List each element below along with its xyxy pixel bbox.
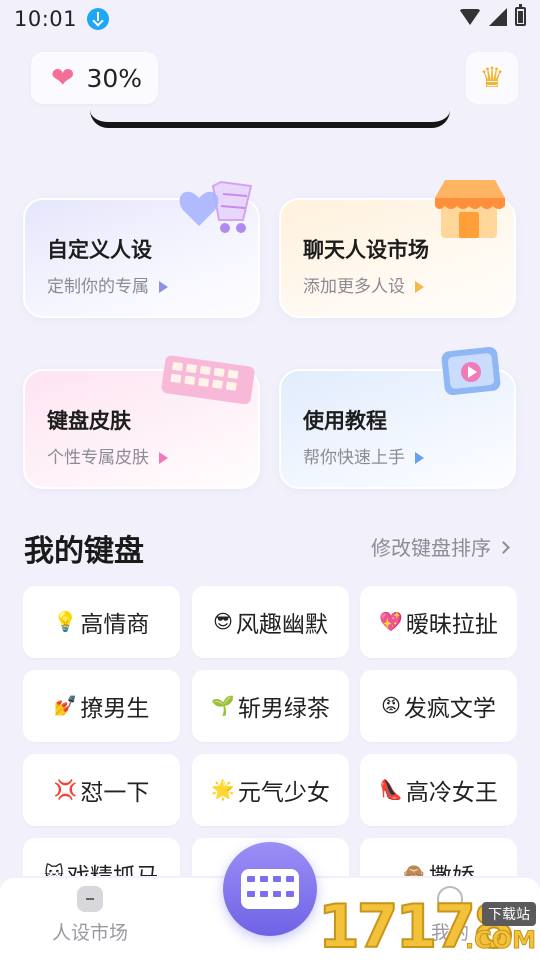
- card-subtitle-text: 定制你的专属: [47, 277, 149, 297]
- download-icon: [87, 8, 110, 30]
- keyboard-fab-button[interactable]: [223, 842, 317, 936]
- signal-icon: [489, 7, 507, 26]
- keyboard-item[interactable]: 😡 发疯文学: [360, 670, 517, 742]
- reorder-label: 修改键盘排序: [371, 536, 491, 560]
- card-title: 聊天人设市场: [303, 238, 429, 262]
- keyboard-label: 怼一下: [80, 780, 150, 806]
- keyboard-emoji: 💢: [53, 778, 78, 801]
- keyboard-item[interactable]: 🌱 斩男绿茶: [192, 670, 349, 742]
- keyboard-emoji: 🙈: [402, 862, 426, 876]
- card-title: 键盘皮肤: [47, 409, 131, 433]
- card-persona-market[interactable]: 聊天人设市场 添加更多人设: [279, 180, 516, 318]
- keyboard-emoji: 😡: [381, 694, 401, 717]
- card-tutorial[interactable]: 使用教程 帮你快速上手: [279, 346, 516, 489]
- keyboard-label: 撩男生: [80, 696, 150, 722]
- play-arrow-icon: [415, 281, 424, 293]
- watermark-tag: 下载站: [482, 902, 536, 926]
- keyboard-item[interactable]: 🙈撒娇: [360, 838, 517, 876]
- battery-icon: [515, 4, 526, 26]
- heart-icon: ❤: [51, 61, 75, 94]
- keyboard-icon: [241, 869, 299, 909]
- keyboard-item[interactable]: 🐱戏精抓马: [23, 838, 180, 876]
- keyboard-label: 斩男绿茶: [237, 696, 330, 722]
- keyboard-emoji: 💅: [53, 694, 78, 717]
- keyboard-emoji: 💖: [379, 610, 403, 633]
- card-title: 自定义人设: [47, 238, 152, 262]
- watermark: 17178 下载站 .COM: [317, 888, 540, 960]
- keyboard-label: 暧昧拉扯: [405, 612, 498, 638]
- keyboard-emoji: 💡: [53, 610, 78, 633]
- keyboard-label: 戏精抓马: [67, 857, 159, 876]
- banner-edge: [90, 110, 450, 128]
- energy-value: 30%: [86, 63, 143, 93]
- watermark-suffix: .COM: [464, 926, 536, 955]
- card-custom-persona[interactable]: 自定义人设 定制你的专属: [23, 180, 260, 318]
- vip-button[interactable]: ♛: [466, 52, 518, 104]
- keyboard-label: 风趣幽默: [235, 612, 328, 638]
- keyboard-label: 发疯文学: [403, 696, 496, 722]
- keyboard-emoji: 😎: [213, 610, 233, 633]
- reorder-keyboards-link[interactable]: 修改键盘排序: [371, 532, 510, 561]
- keyboard-item[interactable]: 💡 高情商: [23, 586, 180, 658]
- play-arrow-icon: [159, 452, 168, 464]
- keyboard-emoji: 🌱: [211, 694, 235, 717]
- shop-icon: [435, 180, 505, 238]
- keyboard-label: 撒娇: [429, 857, 475, 876]
- persona-market-icon: [77, 886, 103, 912]
- nav-label: 人设市场: [51, 922, 128, 944]
- status-time: 10:01: [14, 7, 78, 31]
- status-icons: [459, 4, 526, 26]
- keyboard-grid: 💡 高情商 😎 风趣幽默 💖 暧昧拉扯 💅 撩男生 🌱 斩男绿茶 😡 发疯文学 💢 怼一下 🌟…: [23, 586, 517, 876]
- card-subtitle-text: 添加更多人设: [303, 277, 405, 297]
- keyboard-item[interactable]: 🌟 元气少女: [192, 754, 349, 826]
- card-subtitle: 添加更多人设: [303, 272, 424, 297]
- keyboard-item[interactable]: 💖 暧昧拉扯: [360, 586, 517, 658]
- nav-persona-market[interactable]: 人设市场: [40, 886, 140, 945]
- chevron-right-icon: [497, 541, 510, 554]
- section-title: 我的键盘: [24, 534, 144, 569]
- keyboard-label: 高冷女王: [405, 780, 498, 806]
- cart-heart-icon: [179, 180, 253, 233]
- card-title: 使用教程: [303, 409, 387, 433]
- keyboard-icon: [161, 355, 255, 405]
- card-subtitle-text: 帮你快速上手: [303, 448, 405, 468]
- keyboard-label: 高情商: [80, 612, 150, 638]
- keyboard-item[interactable]: 💢 怼一下: [23, 754, 180, 826]
- card-subtitle: 定制你的专属: [47, 272, 168, 297]
- keyboard-item[interactable]: 💅 撩男生: [23, 670, 180, 742]
- keyboard-emoji: 🐱: [44, 862, 64, 876]
- card-subtitle-text: 个性专属皮肤: [47, 448, 149, 468]
- card-keyboard-skin[interactable]: 键盘皮肤 个性专属皮肤: [23, 355, 260, 489]
- video-phone-icon: [441, 346, 501, 396]
- keyboard-emoji: 👠: [379, 778, 403, 801]
- card-subtitle: 帮你快速上手: [303, 443, 424, 468]
- energy-pill[interactable]: ❤ 30%: [31, 52, 158, 104]
- keyboard-item[interactable]: 😎 风趣幽默: [192, 586, 349, 658]
- status-bar: 10:01: [0, 0, 540, 38]
- keyboard-emoji: 🌟: [211, 778, 235, 801]
- keyboard-item[interactable]: 👠 高冷女王: [360, 754, 517, 826]
- wifi-icon: [459, 8, 481, 25]
- play-arrow-icon: [159, 281, 168, 293]
- keyboard-label: 元气少女: [237, 780, 330, 806]
- crown-icon: ♛: [479, 61, 505, 94]
- play-arrow-icon: [415, 452, 424, 464]
- card-subtitle: 个性专属皮肤: [47, 443, 168, 468]
